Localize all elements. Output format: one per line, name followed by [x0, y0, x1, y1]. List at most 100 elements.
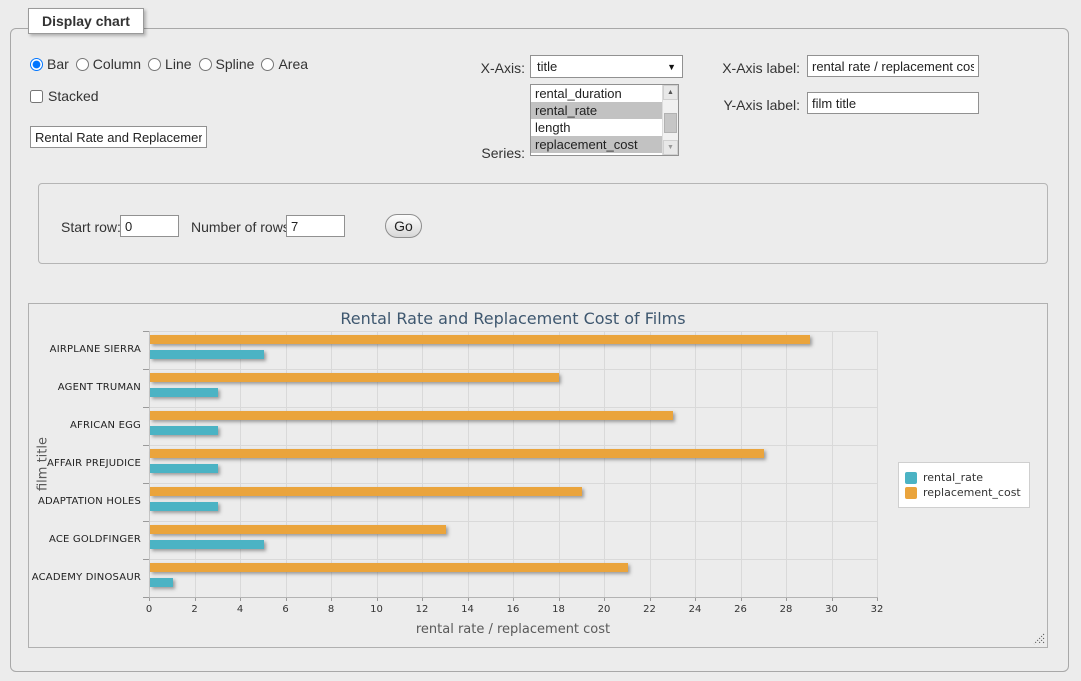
chart-type-radio-column[interactable] — [76, 58, 89, 71]
chart-type-radio-spline[interactable] — [199, 58, 212, 71]
x-tick-label: 20 — [589, 604, 619, 615]
category-label: AGENT TRUMAN — [29, 382, 141, 393]
x-tick-label: 4 — [225, 604, 255, 615]
x-axis-title: rental rate / replacement cost — [149, 622, 877, 637]
chart-type-option-column[interactable]: Column — [76, 56, 141, 72]
chart-legend: rental_rate replacement_cost — [898, 462, 1030, 508]
bar-replacement_cost — [150, 373, 559, 382]
gridline-vertical — [513, 331, 514, 597]
x-axis-select[interactable]: title ▼ — [530, 55, 683, 78]
x-tick-label: 8 — [316, 604, 346, 615]
chart-type-group: Bar Column Line Spline Area — [30, 56, 315, 72]
row-range-inner: Start row: Number of rows: Go — [61, 212, 1021, 242]
chart-panel: Rental Rate and Replacement Cost of Film… — [28, 303, 1048, 648]
num-rows-label: Number of rows: — [191, 219, 294, 235]
chart-type-option-bar[interactable]: Bar — [30, 56, 69, 72]
x-tick-label: 16 — [498, 604, 528, 615]
gridline-horizontal — [149, 407, 877, 408]
series-option-replacement_cost[interactable]: replacement_cost — [531, 136, 662, 153]
legend-item-rental_rate[interactable]: rental_rate — [905, 471, 1021, 484]
chart-type-option-line[interactable]: Line — [148, 56, 191, 72]
bar-replacement_cost — [150, 487, 582, 496]
fieldset-title: Display chart — [28, 8, 144, 34]
x-tick-label: 18 — [544, 604, 574, 615]
bar-rental_rate — [150, 578, 173, 587]
bar-replacement_cost — [150, 411, 673, 420]
series-option-length[interactable]: length — [531, 119, 662, 136]
bar-replacement_cost — [150, 563, 628, 572]
legend-swatch-icon — [905, 487, 917, 499]
gridline-horizontal — [149, 331, 877, 332]
gridline-vertical — [786, 331, 787, 597]
gridline-vertical — [832, 331, 833, 597]
gridline-vertical — [695, 331, 696, 597]
row-range-panel: Start row: Number of rows: Go — [38, 183, 1048, 264]
resize-handle-icon[interactable] — [1033, 633, 1045, 645]
scroll-down-icon[interactable]: ▼ — [663, 140, 678, 155]
gridline-vertical — [559, 331, 560, 597]
category-label: ACE GOLDFINGER — [29, 534, 141, 545]
bar-rental_rate — [150, 464, 218, 473]
chart-type-radio-line[interactable] — [148, 58, 161, 71]
x-axis-label-input[interactable] — [807, 55, 979, 77]
chart-type-option-spline[interactable]: Spline — [199, 56, 255, 72]
scrollbar-thumb[interactable] — [664, 113, 677, 133]
series-scrollbar[interactable]: ▲ ▼ — [662, 85, 678, 155]
chart-type-radio-bar[interactable] — [30, 58, 43, 71]
series-listbox[interactable]: rental_durationrental_ratelengthreplacem… — [530, 84, 679, 156]
chart-title: Rental Rate and Replacement Cost of Film… — [149, 309, 877, 328]
bar-replacement_cost — [150, 449, 764, 458]
gridline-horizontal — [149, 559, 877, 560]
series-label: Series: — [430, 145, 525, 161]
stacked-row: Stacked — [30, 88, 99, 104]
legend-item-replacement_cost[interactable]: replacement_cost — [905, 486, 1021, 499]
bar-rental_rate — [150, 388, 218, 397]
x-axis-selected-value: title — [537, 59, 557, 74]
gridline-vertical — [877, 331, 878, 597]
start-row-label: Start row: — [61, 219, 121, 235]
bar-rental_rate — [150, 502, 218, 511]
num-rows-input[interactable] — [286, 215, 345, 237]
chart-type-text: Line — [165, 56, 191, 72]
series-options: rental_durationrental_ratelengthreplacem… — [531, 85, 662, 155]
y-axis-label-input[interactable] — [807, 92, 979, 114]
category-label: AIRPLANE SIERRA — [29, 344, 141, 355]
go-button[interactable]: Go — [385, 214, 422, 238]
gridline-vertical — [468, 331, 469, 597]
x-tick-label: 24 — [680, 604, 710, 615]
x-tick-label: 22 — [635, 604, 665, 615]
series-option-rental_duration[interactable]: rental_duration — [531, 85, 662, 102]
chart-type-text: Bar — [47, 56, 69, 72]
series-option-rental_rate[interactable]: rental_rate — [531, 102, 662, 119]
x-tick-label: 6 — [271, 604, 301, 615]
x-axis-select-label: X-Axis: — [430, 60, 525, 76]
chart-type-option-area[interactable]: Area — [261, 56, 308, 72]
chart-type-radio-area[interactable] — [261, 58, 274, 71]
gridline-horizontal — [149, 369, 877, 370]
gridline-vertical — [377, 331, 378, 597]
gridline-vertical — [422, 331, 423, 597]
start-row-input[interactable] — [120, 215, 179, 237]
y-axis-title: film title — [36, 437, 51, 491]
category-label: ACADEMY DINOSAUR — [29, 572, 141, 583]
x-axis-line — [149, 597, 878, 598]
x-tick-label: 26 — [726, 604, 756, 615]
chart-title-input[interactable] — [30, 126, 207, 148]
scroll-up-icon[interactable]: ▲ — [663, 85, 678, 100]
bar-rental_rate — [150, 426, 218, 435]
chart-type-text: Spline — [216, 56, 255, 72]
gridline-vertical — [286, 331, 287, 597]
gridline-horizontal — [149, 445, 877, 446]
gridline-vertical — [650, 331, 651, 597]
category-label: ADAPTATION HOLES — [29, 496, 141, 507]
gridline-horizontal — [149, 521, 877, 522]
legend-label: replacement_cost — [923, 486, 1021, 499]
x-tick-label: 30 — [817, 604, 847, 615]
stacked-label: Stacked — [48, 88, 99, 104]
legend-swatch-icon — [905, 472, 917, 484]
category-label: AFRICAN EGG — [29, 420, 141, 431]
stacked-checkbox[interactable] — [30, 90, 43, 103]
x-tick-label: 14 — [453, 604, 483, 615]
legend-label: rental_rate — [923, 471, 983, 484]
bar-replacement_cost — [150, 525, 446, 534]
